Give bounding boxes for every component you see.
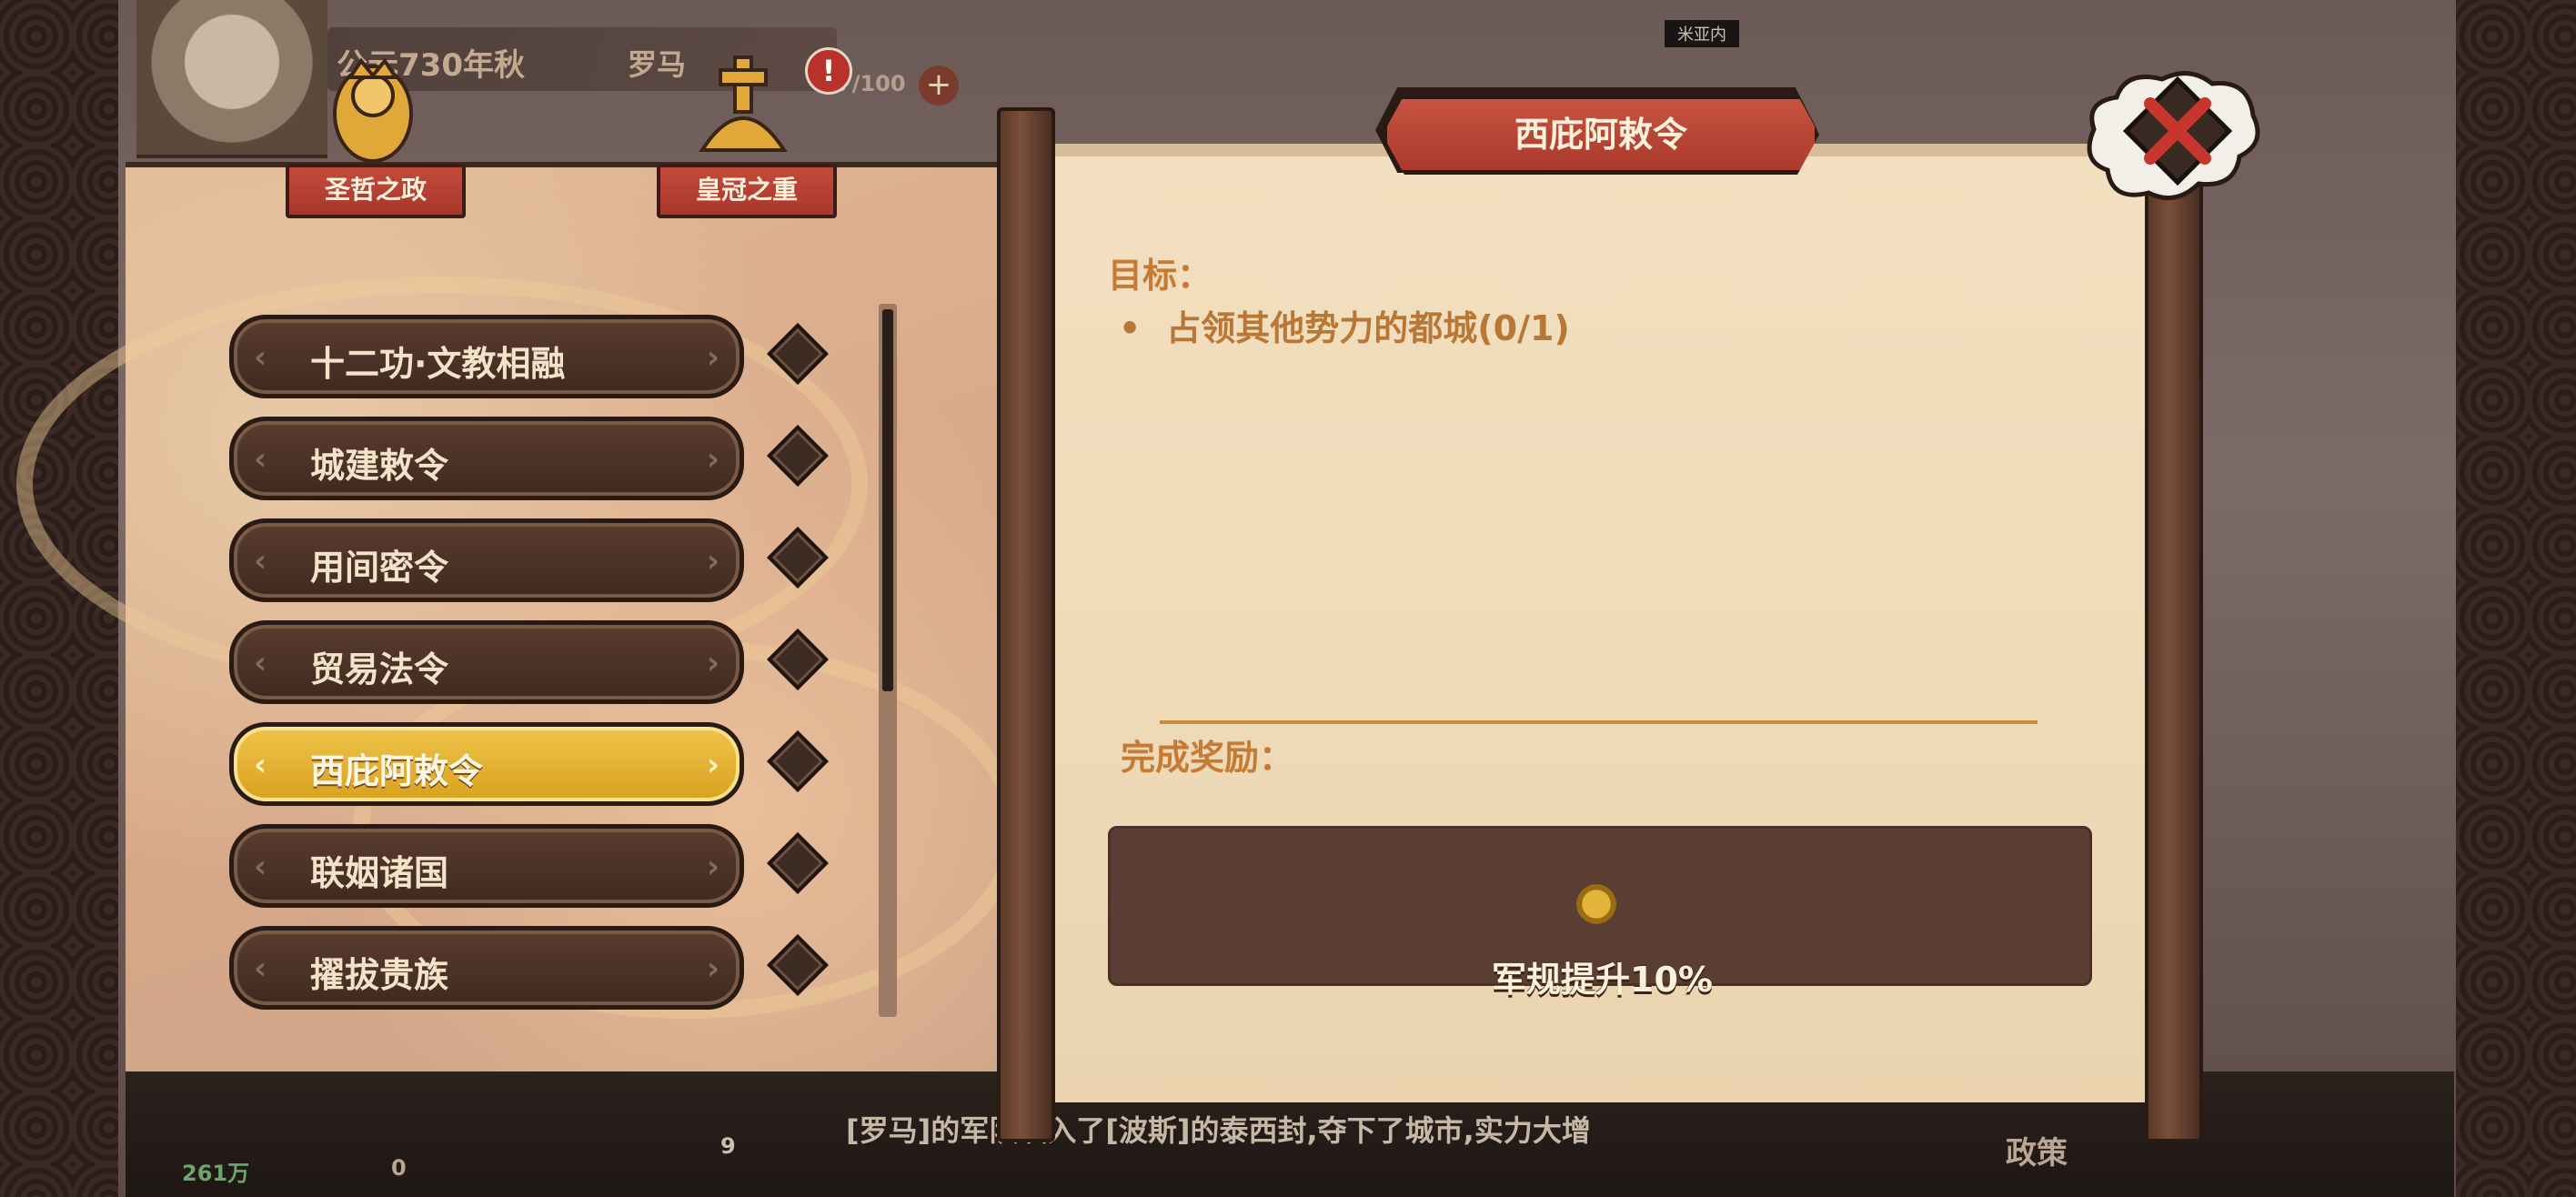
edict-item[interactable]: ‹ 十二功·文教相融 › xyxy=(229,315,744,398)
game-stage: { "hud": { "date": "公元730年秋", "faction":… xyxy=(0,0,2576,1197)
background-pattern-right xyxy=(2456,0,2576,1197)
detail-title: 西庇阿敕令 xyxy=(1383,95,1819,175)
close-icon[interactable] xyxy=(2076,65,2267,211)
military-reward-icon xyxy=(1576,884,1616,924)
reward-text: 军规提升10% xyxy=(1492,960,1713,1000)
edict-item[interactable]: ‹ 城建敕令 › xyxy=(229,417,744,500)
goal-text: 占领其他势力的都城(0/1) xyxy=(1166,308,1570,348)
bullet: • xyxy=(1119,308,1142,348)
edict-label: 贸易法令 xyxy=(310,649,449,689)
edict-label: 联姻诸国 xyxy=(310,853,449,893)
chevron-right-icon: › xyxy=(706,645,719,681)
edict-item-selected[interactable]: ‹ 西庇阿敕令 › xyxy=(229,722,744,806)
goal-heading: 目标： xyxy=(1108,256,1213,296)
chevron-right-icon: › xyxy=(706,543,719,579)
edict-label: 用间密令 xyxy=(310,548,449,588)
chevron-right-icon: › xyxy=(706,339,719,376)
edict-item[interactable]: ‹ 用间密令 › xyxy=(229,518,744,602)
divider xyxy=(1160,720,2038,724)
chevron-left-icon: ‹ xyxy=(254,747,267,783)
chevron-left-icon: ‹ xyxy=(254,543,267,579)
alert-badge[interactable]: ! xyxy=(805,47,852,95)
left-pillar xyxy=(997,107,1055,1142)
reward-heading: 完成奖励： xyxy=(1121,738,1294,778)
edict-item[interactable]: ‹ 擢拔贵族 › xyxy=(229,926,744,1010)
tab-sage-policy[interactable]: 圣哲之政 xyxy=(286,164,466,218)
edict-label: 西庇阿敕令 xyxy=(310,751,484,791)
tab-crown-weight[interactable]: 皇冠之重 xyxy=(657,164,837,218)
policy-button[interactable]: 政策 xyxy=(2006,1128,2068,1172)
chevron-right-icon: › xyxy=(706,441,719,478)
badge-number: 9 xyxy=(720,1133,736,1159)
edict-label: 城建敕令 xyxy=(310,446,449,486)
population-stat: 261万 xyxy=(182,1161,250,1186)
goal-item: • 占领其他势力的都城(0/1) xyxy=(1119,300,1570,350)
map-city-label: 米亚内 xyxy=(1665,20,1739,47)
list-scrollbar-thumb[interactable] xyxy=(882,309,893,691)
crown-icon xyxy=(699,55,788,152)
chevron-left-icon: ‹ xyxy=(254,645,267,681)
right-pillar xyxy=(2145,107,2203,1142)
ruler-portrait[interactable] xyxy=(136,0,327,158)
chevron-right-icon: › xyxy=(706,849,719,885)
add-resource-button[interactable]: + xyxy=(919,65,959,106)
edict-label: 十二功·文教相融 xyxy=(310,344,566,384)
chevron-left-icon: ‹ xyxy=(254,849,267,885)
sage-emblem-icon xyxy=(333,57,413,163)
hud-faction: 罗马 xyxy=(628,47,687,82)
edict-item[interactable]: ‹ 联姻诸国 › xyxy=(229,824,744,908)
chevron-left-icon: ‹ xyxy=(254,339,267,376)
soldier-stat: 0 xyxy=(391,1155,407,1181)
chevron-right-icon: › xyxy=(706,951,719,987)
chevron-right-icon: › xyxy=(706,747,719,783)
chevron-left-icon: ‹ xyxy=(254,441,267,478)
edict-item[interactable]: ‹ 贸易法令 › xyxy=(229,620,744,704)
chevron-left-icon: ‹ xyxy=(254,951,267,987)
news-ticker: [罗马]的军队攻入了[波斯]的泰西封,夺下了城市,实力大增 xyxy=(846,1113,1591,1148)
edict-label: 擢拔贵族 xyxy=(310,955,449,995)
